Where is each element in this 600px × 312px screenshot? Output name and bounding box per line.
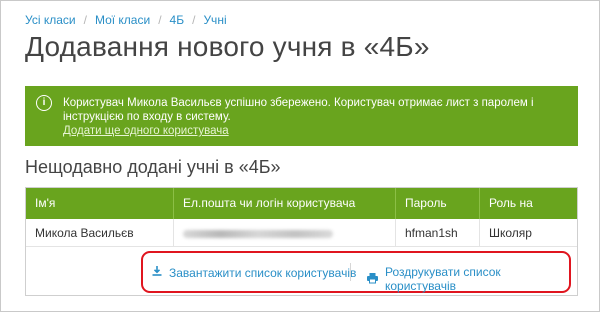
cell-role: Школяр xyxy=(489,226,532,240)
breadcrumb-separator: / xyxy=(192,13,196,27)
column-header-name: Ім'я xyxy=(26,188,174,219)
column-header-role: Роль на порталі xyxy=(489,196,533,241)
recent-students-title: Нещодавно додані учні в «4Б» xyxy=(25,157,281,177)
breadcrumb: Усі класи / Мої класи / 4Б / Учні xyxy=(25,11,227,29)
breadcrumb-class[interactable]: 4Б xyxy=(170,13,185,27)
printer-icon xyxy=(366,272,379,287)
breadcrumb-my-classes[interactable]: Мої класи xyxy=(95,13,150,27)
page-title: Додавання нового учня в «4Б» xyxy=(25,31,430,62)
redacted-login xyxy=(183,229,333,238)
export-actions-highlight: Завантажити список користувачів Роздруку… xyxy=(141,251,571,293)
table-row: Микола Васильєв hfman1sh Школяр xyxy=(26,219,577,247)
breadcrumb-students[interactable]: Учні xyxy=(203,13,226,27)
breadcrumb-separator: / xyxy=(83,13,87,27)
column-header-password: Пароль xyxy=(396,188,480,219)
add-another-user-link[interactable]: Додати ще одного користувача xyxy=(63,124,229,138)
page-frame: Усі класи / Мої класи / 4Б / Учні Додава… xyxy=(0,0,600,312)
table-header: Ім'я Ел.пошта чи логін користувача Парол… xyxy=(26,188,577,241)
download-users-list-label: Завантажити список користувачів xyxy=(169,265,357,280)
download-users-list-button[interactable]: Завантажити список користувачів xyxy=(151,265,356,280)
print-users-list-label: Роздрукувати список користувачів xyxy=(385,265,501,293)
alert-message: Користувач Микола Васильєв успішно збере… xyxy=(63,97,534,123)
download-icon xyxy=(151,265,163,280)
cell-password: hfman1sh xyxy=(396,219,480,247)
cell-login-redacted xyxy=(174,219,396,247)
breadcrumb-separator: / xyxy=(158,13,162,27)
actions-divider xyxy=(350,263,351,281)
info-icon: i xyxy=(36,95,52,111)
success-alert: i Користувач Микола Васильєв успішно збе… xyxy=(25,86,578,146)
cell-name: Микола Васильєв xyxy=(26,219,174,247)
breadcrumb-all-classes[interactable]: Усі класи xyxy=(25,13,76,27)
column-header-login: Ел.пошта чи логін користувача xyxy=(174,188,396,219)
print-users-list-button[interactable]: Роздрукувати список користувачів xyxy=(366,265,569,293)
